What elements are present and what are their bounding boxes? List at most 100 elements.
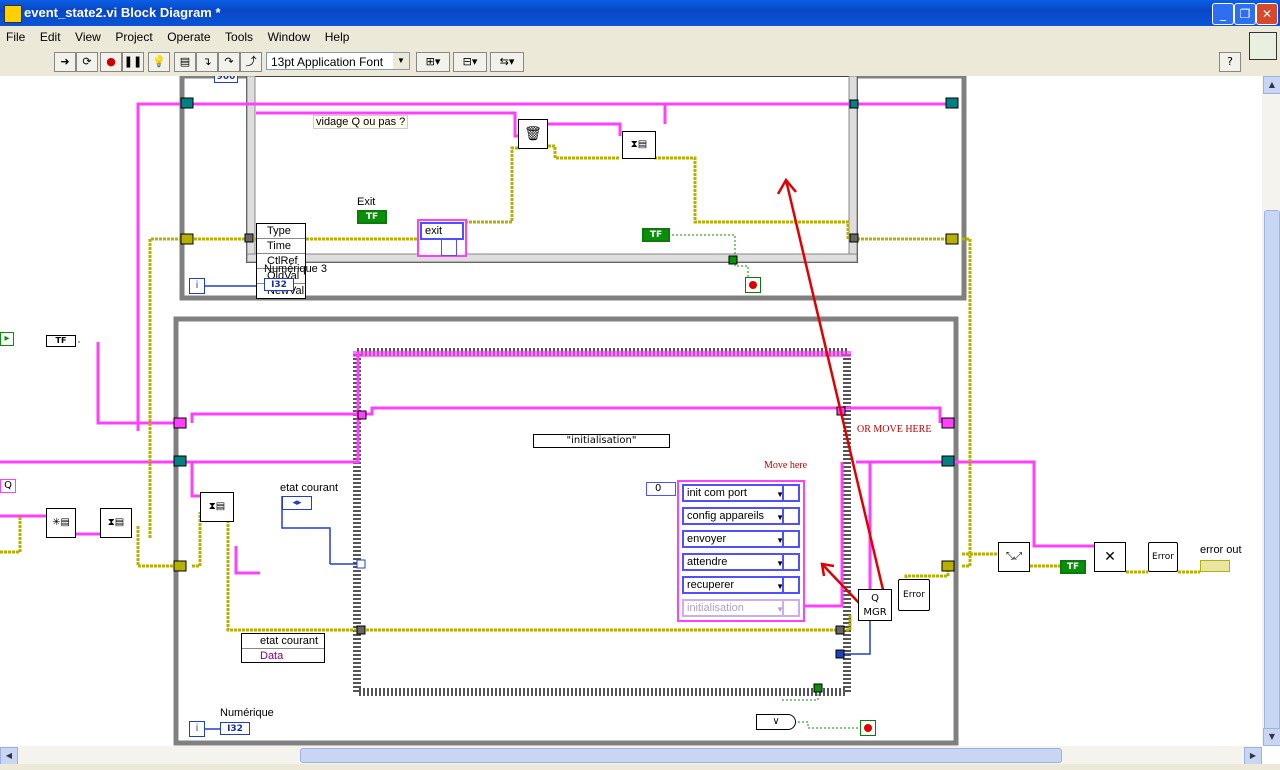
or-function-icon[interactable]: ∨: [756, 714, 796, 730]
constant-900[interactable]: 900: [214, 76, 238, 83]
bool-terminal-left[interactable]: ▸: [0, 332, 14, 346]
numerique-label: Numérique: [220, 707, 274, 719]
vertical-scroll-thumb[interactable]: [1264, 210, 1280, 742]
simple-error-handler-icon[interactable]: Error: [1148, 542, 1178, 572]
menu-operate[interactable]: Operate: [161, 26, 215, 44]
status-bar: [0, 764, 1280, 770]
distribute-objects-icon[interactable]: ⊟▾: [453, 52, 487, 72]
reorder-icon[interactable]: ⇆▾: [490, 52, 524, 72]
state-envoyer[interactable]: envoyer ▼: [682, 530, 800, 548]
state-initialisation-label: initialisation: [687, 602, 744, 614]
obtain-queue-icon[interactable]: ✳▤: [46, 508, 76, 538]
pause-icon[interactable]: ❚❚: [122, 52, 144, 72]
menu-help[interactable]: Help: [319, 26, 355, 44]
vertical-scrollbar[interactable]: ▲ ▼: [1262, 76, 1280, 746]
toolbar: ➜ ⟳ ● ❚❚ 💡 ▤ ↴ ↷ ⤴ 13pt Application Font…: [0, 46, 1245, 77]
maximize-button[interactable]: ❐: [1234, 3, 1256, 25]
diagram-wires: [0, 76, 1200, 746]
menu-view[interactable]: View: [69, 26, 106, 44]
run-continuously-icon[interactable]: ⟳: [76, 52, 98, 72]
exit-enum-value: exit: [425, 225, 443, 237]
step-over-icon[interactable]: ↷: [218, 52, 240, 72]
bottom-loop-iteration: i: [189, 721, 205, 737]
flush-queue-icon[interactable]: 🗑: [518, 119, 548, 149]
exit-enum-container[interactable]: exit: [417, 219, 467, 257]
exit-bool-control[interactable]: TF: [357, 210, 387, 224]
menu-edit[interactable]: Edit: [34, 26, 66, 44]
menu-window[interactable]: Window: [262, 26, 316, 44]
labview-app-icon: [4, 5, 22, 23]
top-loop-stop-icon: [745, 277, 761, 293]
scroll-down-icon[interactable]: ▼: [1263, 728, 1280, 746]
etat-courant-label: etat courant: [280, 482, 339, 494]
error-out-indicator[interactable]: [1200, 560, 1230, 572]
numerique3-label: Numérique 3: [264, 263, 327, 275]
state-config-appareils[interactable]: config appareils ▼: [682, 507, 800, 525]
error-handler-icon[interactable]: Error: [898, 579, 930, 611]
numerique-indicator[interactable]: I32: [220, 722, 250, 735]
queue-manager-subvi[interactable]: Q MGR: [858, 589, 892, 621]
state-envoyer-label: envoyer: [687, 533, 727, 545]
state-attendre-label: attendre: [687, 556, 728, 568]
exit-label: Exit: [357, 196, 376, 208]
true-constant-right[interactable]: TF: [1060, 560, 1086, 574]
true-constant-top[interactable]: TF: [642, 228, 670, 242]
block-diagram[interactable]: 900 vidage Q ou pas ? Type Time CtlRef O…: [0, 76, 1262, 746]
font-selector-label: 13pt Application Font: [271, 55, 384, 69]
dequeue-element-bottom-icon[interactable]: ⧗▤: [200, 492, 234, 522]
context-help-button[interactable]: ?: [1219, 52, 1241, 72]
abort-icon[interactable]: ●: [100, 52, 122, 72]
menu-tools[interactable]: Tools: [219, 26, 258, 44]
top-loop-iteration: i: [189, 278, 205, 294]
step-out-icon[interactable]: ⤴: [240, 52, 262, 72]
dequeue-element-icon[interactable]: ⧗▤: [622, 131, 656, 159]
state-recuperer-label: recuperer: [687, 579, 735, 591]
scroll-right-icon[interactable]: ▶: [1244, 747, 1262, 765]
vi-icon[interactable]: [1249, 32, 1277, 60]
unbundle-by-name-node[interactable]: etat courant Data: [241, 633, 325, 663]
numerique3-indicator[interactable]: I32: [264, 278, 294, 291]
state-config-appareils-label: config appareils: [687, 510, 765, 522]
scroll-up-icon[interactable]: ▲: [1263, 76, 1280, 94]
window-title: event_state2.vi Block Diagram *: [24, 5, 221, 20]
bottom-loop-stop-icon: [860, 720, 876, 736]
merge-errors-icon[interactable]: ⤡⤢: [998, 542, 1030, 572]
queue-ref-q[interactable]: Q: [0, 479, 16, 493]
array-index-display[interactable]: 0: [646, 482, 676, 496]
menu-file[interactable]: File: [0, 26, 30, 44]
step-into-icon[interactable]: ↴: [196, 52, 218, 72]
state-recuperer[interactable]: recuperer ▼: [682, 576, 800, 594]
font-selector[interactable]: 13pt Application Font ▼: [266, 52, 410, 70]
scroll-left-icon[interactable]: ◀: [0, 747, 18, 765]
vi-icon-panel: [1245, 26, 1280, 76]
minimize-button[interactable]: _: [1212, 3, 1234, 25]
highlight-execution-icon[interactable]: 💡: [148, 52, 170, 72]
state-init-com-port-label: init com port: [687, 487, 747, 499]
close-button[interactable]: ✕: [1256, 3, 1278, 25]
etat-courant-enum-constant[interactable]: ◂▸: [282, 496, 312, 510]
horizontal-scroll-thumb[interactable]: [300, 748, 1062, 763]
chevron-down-icon: ▼: [393, 53, 409, 69]
event-field-type: Type: [257, 224, 305, 239]
menu-project[interactable]: Project: [109, 26, 157, 44]
bool-to-number-node[interactable]: TF: [46, 335, 76, 347]
horizontal-scrollbar[interactable]: ◀ ▶: [0, 746, 1262, 765]
state-init-com-port[interactable]: init com port ▼: [682, 484, 800, 502]
cluster-field-etat-courant: etat courant: [242, 634, 324, 649]
enqueue-element-left-icon[interactable]: ⧗▤: [100, 508, 132, 538]
move-here-note: Move here: [764, 460, 808, 471]
event-field-time: Time: [257, 239, 305, 254]
menu-bar: File Edit View Project Operate Tools Win…: [0, 26, 1245, 46]
retain-wire-values-icon[interactable]: ▤: [174, 52, 196, 72]
title-bar: event_state2.vi Block Diagram * _ ❐ ✕: [0, 0, 1280, 26]
error-out-label: error out: [1200, 544, 1242, 556]
release-queue-icon[interactable]: ✕: [1094, 542, 1126, 572]
align-objects-icon[interactable]: ⊞▾: [416, 52, 450, 72]
state-initialisation-dim[interactable]: initialisation ▼: [682, 599, 800, 617]
case-selector-value: "initialisation": [566, 435, 637, 446]
case-selector[interactable]: "initialisation": [533, 434, 670, 448]
run-arrow-icon[interactable]: ➜: [54, 52, 76, 72]
or-move-here-note: OR MOVE HERE: [857, 424, 932, 435]
exit-enum-case: [441, 238, 457, 256]
state-attendre[interactable]: attendre ▼: [682, 553, 800, 571]
